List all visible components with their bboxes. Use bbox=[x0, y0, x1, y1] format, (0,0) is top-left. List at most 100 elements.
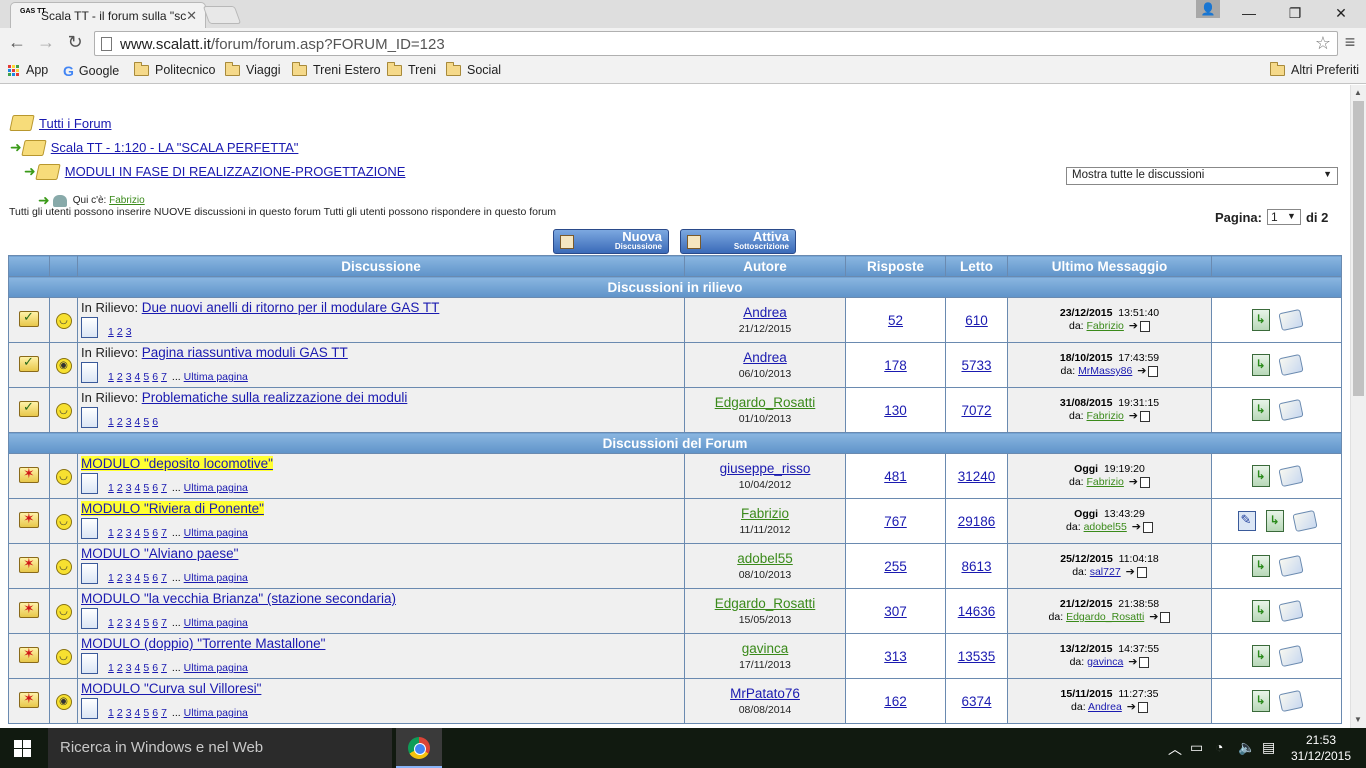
taskbar-search[interactable]: Ricerca in Windows e nel Web bbox=[48, 728, 392, 768]
replies-link[interactable]: 307 bbox=[884, 604, 907, 619]
last-post-page-icon[interactable] bbox=[1142, 521, 1153, 533]
subscribe-topic-icon[interactable] bbox=[1277, 353, 1304, 377]
new-tab-button[interactable] bbox=[202, 6, 242, 24]
last-post-author-link[interactable]: MrMassy86 bbox=[1078, 365, 1132, 377]
author-link[interactable]: Edgardo_Rosatti bbox=[685, 596, 845, 611]
topic-title-link[interactable]: MODULO "deposito locomotive" bbox=[81, 456, 273, 471]
last-post-page-icon[interactable] bbox=[1137, 701, 1148, 713]
read-link[interactable]: 8613 bbox=[961, 559, 991, 574]
battery-icon[interactable]: ▭ bbox=[1190, 739, 1203, 756]
scrollbar-thumb[interactable] bbox=[1353, 101, 1364, 396]
page-link[interactable]: 2 bbox=[117, 662, 123, 674]
last-post-page-icon[interactable] bbox=[1160, 611, 1171, 623]
bookmark-apps[interactable]: App bbox=[8, 63, 48, 77]
goto-last-arrow-icon[interactable]: ➔ bbox=[1149, 611, 1158, 624]
topic-title-link[interactable]: MODULO "Riviera di Ponente" bbox=[81, 501, 264, 516]
page-link[interactable]: 1 bbox=[108, 662, 114, 674]
last-post-page-icon[interactable] bbox=[1140, 320, 1151, 332]
page-link[interactable]: 6 bbox=[152, 482, 158, 494]
topic-title-link[interactable]: MODULO "Alviano paese" bbox=[81, 546, 238, 561]
page-link[interactable]: 3 bbox=[126, 326, 132, 338]
subscribe-topic-icon[interactable] bbox=[1291, 509, 1318, 533]
page-link[interactable]: 6 bbox=[152, 527, 158, 539]
new-topic-button[interactable]: Nuova Discussione bbox=[553, 229, 669, 254]
page-link[interactable]: 2 bbox=[117, 371, 123, 383]
topic-title-link[interactable]: Due nuovi anelli di ritorno per il modul… bbox=[142, 300, 440, 315]
page-link[interactable]: 5 bbox=[143, 707, 149, 719]
page-link[interactable]: 7 bbox=[161, 572, 167, 584]
forward-icon[interactable]: → bbox=[35, 32, 57, 54]
read-link[interactable]: 13535 bbox=[958, 649, 996, 664]
taskbar-chrome[interactable] bbox=[396, 728, 442, 768]
replies-link[interactable]: 178 bbox=[884, 358, 907, 373]
volume-icon[interactable]: 🔈 bbox=[1238, 739, 1255, 756]
goto-topic-icon[interactable] bbox=[1251, 645, 1270, 667]
page-link[interactable]: 4 bbox=[135, 527, 141, 539]
page-link[interactable]: 3 bbox=[126, 527, 132, 539]
bookmark-star-icon[interactable]: ☆ bbox=[1315, 33, 1331, 54]
page-link[interactable]: 1 bbox=[108, 617, 114, 629]
last-post-author-link[interactable]: Edgardo_Rosatti bbox=[1066, 611, 1144, 623]
last-page-link[interactable]: Ultima pagina bbox=[184, 572, 248, 584]
reload-icon[interactable]: ↻ bbox=[64, 32, 86, 54]
page-link[interactable]: 5 bbox=[143, 662, 149, 674]
page-link[interactable]: 3 bbox=[126, 416, 132, 428]
windows-start-icon[interactable] bbox=[14, 740, 31, 757]
subscribe-topic-icon[interactable] bbox=[1277, 554, 1304, 578]
goto-topic-icon[interactable] bbox=[1265, 510, 1284, 532]
page-link[interactable]: 6 bbox=[152, 416, 158, 428]
category-link[interactable]: Scala TT - 1:120 - LA "SCALA PERFETTA" bbox=[51, 140, 299, 155]
last-post-page-icon[interactable] bbox=[1148, 365, 1159, 377]
page-link[interactable]: 5 bbox=[143, 617, 149, 629]
page-link[interactable]: 2 bbox=[117, 617, 123, 629]
page-link[interactable]: 4 bbox=[135, 416, 141, 428]
page-link[interactable]: 2 bbox=[117, 707, 123, 719]
author-link[interactable]: MrPatato76 bbox=[685, 686, 845, 701]
bookmark-treni[interactable]: Treni bbox=[387, 61, 436, 77]
page-link[interactable]: 1 bbox=[108, 416, 114, 428]
tray-chevron-icon[interactable]: ︿ bbox=[1168, 739, 1182, 759]
back-icon[interactable]: ← bbox=[6, 32, 28, 54]
author-link[interactable]: Andrea bbox=[685, 350, 845, 365]
page-link[interactable]: 3 bbox=[126, 617, 132, 629]
read-link[interactable]: 5733 bbox=[961, 358, 991, 373]
goto-topic-icon[interactable] bbox=[1251, 399, 1270, 421]
page-link[interactable]: 5 bbox=[143, 572, 149, 584]
last-page-link[interactable]: Ultima pagina bbox=[184, 482, 248, 494]
read-link[interactable]: 29186 bbox=[958, 514, 996, 529]
profile-icon[interactable]: 👤 bbox=[1196, 0, 1220, 18]
notifications-icon[interactable]: ▤ bbox=[1262, 739, 1275, 756]
goto-last-arrow-icon[interactable]: ➔ bbox=[1132, 521, 1141, 534]
tab-close-icon[interactable]: ✕ bbox=[186, 8, 197, 24]
replies-link[interactable]: 162 bbox=[884, 694, 907, 709]
goto-last-arrow-icon[interactable]: ➔ bbox=[1127, 701, 1136, 714]
page-link[interactable]: 6 bbox=[152, 371, 158, 383]
subscribe-topic-icon[interactable] bbox=[1277, 398, 1304, 422]
subscribe-topic-icon[interactable] bbox=[1277, 464, 1304, 488]
subscribe-topic-icon[interactable] bbox=[1277, 308, 1304, 332]
page-link[interactable]: 4 bbox=[135, 572, 141, 584]
bookmark-politecnico[interactable]: Politecnico bbox=[134, 61, 215, 77]
replies-link[interactable]: 481 bbox=[884, 469, 907, 484]
page-link[interactable]: 6 bbox=[152, 662, 158, 674]
author-link[interactable]: Andrea bbox=[685, 305, 845, 320]
page-link[interactable]: 4 bbox=[135, 482, 141, 494]
author-link[interactable]: adobel55 bbox=[685, 551, 845, 566]
page-link[interactable]: 2 bbox=[117, 572, 123, 584]
last-post-page-icon[interactable] bbox=[1139, 656, 1150, 668]
page-link[interactable]: 7 bbox=[161, 527, 167, 539]
goto-topic-icon[interactable] bbox=[1251, 309, 1270, 331]
page-link[interactable]: 5 bbox=[143, 371, 149, 383]
page-link[interactable]: 7 bbox=[161, 662, 167, 674]
replies-link[interactable]: 52 bbox=[888, 313, 903, 328]
subscribe-button[interactable]: Attiva Sottoscrizione bbox=[680, 229, 796, 254]
page-link[interactable]: 2 bbox=[117, 416, 123, 428]
read-link[interactable]: 14636 bbox=[958, 604, 996, 619]
chrome-menu-icon[interactable]: ≡ bbox=[1340, 32, 1360, 54]
page-link[interactable]: 1 bbox=[108, 572, 114, 584]
author-link[interactable]: Edgardo_Rosatti bbox=[685, 395, 845, 410]
bookmark-viaggi[interactable]: Viaggi bbox=[225, 61, 281, 77]
page-link[interactable]: 1 bbox=[108, 482, 114, 494]
page-link[interactable]: 6 bbox=[152, 617, 158, 629]
page-select[interactable]: 1 ▼ bbox=[1266, 209, 1301, 225]
